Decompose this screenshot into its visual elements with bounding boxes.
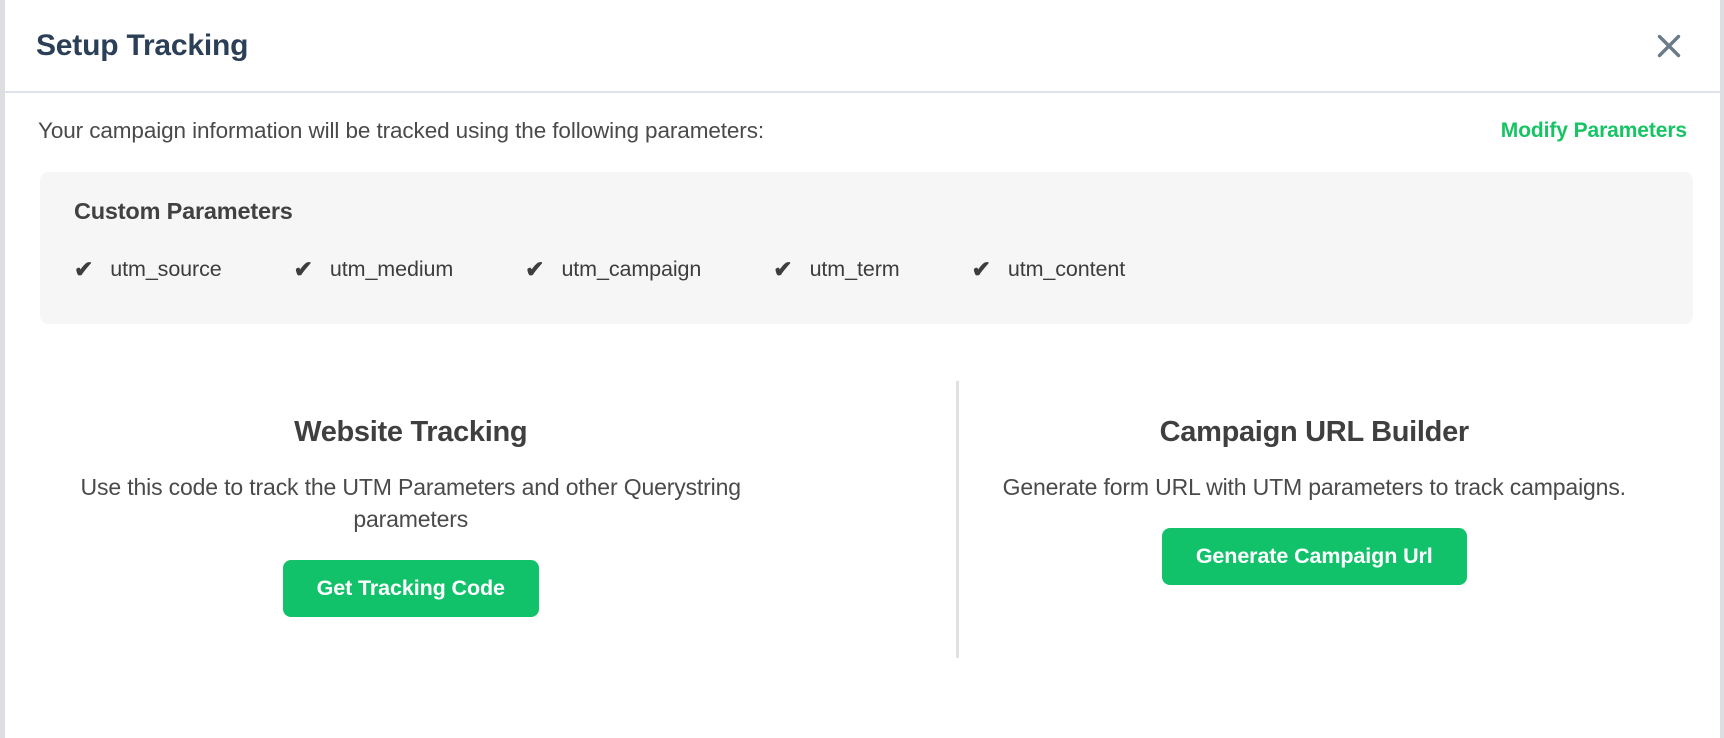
intro-text: Your campaign information will be tracke…: [38, 118, 765, 143]
modify-parameters-link[interactable]: Modify Parameters: [1501, 119, 1687, 143]
website-tracking-section: Website Tracking Use this code to track …: [5, 381, 861, 701]
intro-row: Your campaign information will be tracke…: [5, 93, 1720, 169]
parameter-label: utm_campaign: [561, 257, 702, 281]
check-icon: ✔: [74, 256, 94, 282]
page-title: Setup Tracking: [36, 28, 249, 62]
parameter-item-utm-source: ✔ utm_source: [74, 257, 222, 282]
parameter-label: utm_medium: [329, 257, 454, 281]
parameters-list: ✔ utm_source ✔ utm_medium ✔ utm_campaign…: [74, 257, 1693, 282]
parameter-item-utm-medium: ✔ utm_medium: [294, 257, 454, 282]
column-divider: [956, 381, 959, 658]
parameter-item-utm-campaign: ✔ utm_campaign: [525, 257, 701, 282]
parameter-label: utm_term: [809, 257, 900, 281]
website-tracking-description: Use this code to track the UTM Parameter…: [80, 474, 742, 533]
modal-header: Setup Tracking: [5, 0, 1720, 93]
campaign-url-builder-description: Generate form URL with UTM parameters to…: [1002, 474, 1626, 500]
check-icon: ✔: [971, 256, 991, 282]
campaign-url-builder-section: Campaign URL Builder Generate form URL w…: [861, 381, 1721, 701]
check-icon: ✔: [525, 256, 545, 282]
parameter-item-utm-content: ✔ utm_content: [972, 257, 1126, 282]
generate-campaign-url-button[interactable]: Generate Campaign Url: [1161, 528, 1467, 586]
custom-parameters-title: Custom Parameters: [74, 198, 293, 224]
parameter-label: utm_source: [110, 257, 222, 281]
get-tracking-code-button[interactable]: Get Tracking Code: [282, 560, 539, 618]
website-tracking-title: Website Tracking: [294, 416, 528, 448]
close-icon: [1655, 32, 1683, 60]
campaign-url-builder-title: Campaign URL Builder: [1159, 416, 1470, 448]
setup-tracking-modal: Setup Tracking Your campaign information…: [0, 0, 1724, 738]
custom-parameters-panel: Custom Parameters ✔ utm_source ✔ utm_med…: [40, 172, 1693, 324]
check-icon: ✔: [293, 256, 313, 282]
parameter-label: utm_content: [1007, 257, 1126, 281]
close-button[interactable]: [1646, 23, 1692, 69]
check-icon: ✔: [773, 256, 793, 282]
options-columns: Website Tracking Use this code to track …: [5, 381, 1720, 701]
parameter-item-utm-term: ✔ utm_term: [773, 257, 899, 282]
